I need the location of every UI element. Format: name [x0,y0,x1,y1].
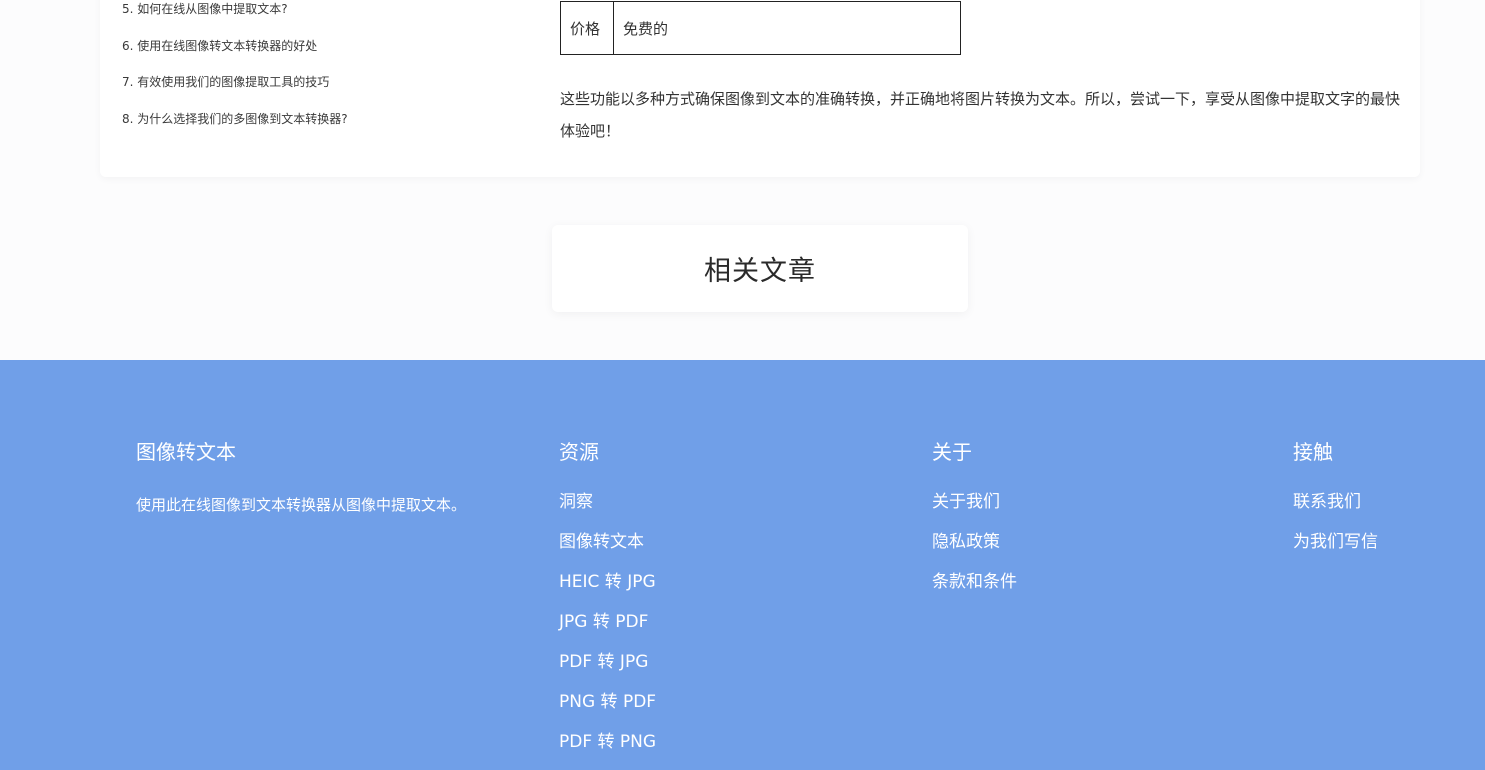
footer-about-links: 关于我们 隐私政策 条款和条件 [932,490,1017,610]
toc-item[interactable]: 6. 使用在线图像转文本转换器的好处 [122,37,317,54]
footer-link-pdf-to-jpg[interactable]: PDF 转 JPG [559,652,648,672]
toc-item[interactable]: 5. 如何在线从图像中提取文本? [122,0,288,17]
price-table: 价格 免费的 [560,1,961,55]
footer-link-item: JPG 转 PDF [559,610,656,650]
footer-resources-title: 资源 [559,440,599,464]
footer-about-title: 关于 [932,440,972,464]
footer-brand-column: 图像转文本 使用此在线图像到文本转换器从图像中提取文本。 [136,440,466,515]
footer-brand-description: 使用此在线图像到文本转换器从图像中提取文本。 [136,496,467,514]
footer-about-column: 关于 关于我们 隐私政策 条款和条件 [932,440,1017,610]
footer-link-jpg-to-pdf[interactable]: JPG 转 PDF [559,612,648,632]
table-row: 价格 免费的 [560,1,961,55]
footer-link-write-for-us[interactable]: 为我们写信 [1293,532,1378,552]
summary-paragraph: 这些功能以多种方式确保图像到文本的准确转换，并正确地将图片转换为文本。所以，尝试… [560,90,1401,140]
toc-link[interactable]: 5. 如何在线从图像中提取文本? [122,2,288,16]
footer-resources-links: 洞察 图像转文本 HEIC 转 JPG JPG 转 PDF PDF 转 JPG … [559,490,656,770]
footer-link-item: 隐私政策 [932,530,1017,570]
footer-link-heic-to-jpg[interactable]: HEIC 转 JPG [559,572,656,592]
article-content-card: 5. 如何在线从图像中提取文本? 6. 使用在线图像转文本转换器的好处 7. 有… [100,0,1420,177]
footer-link-item: HEIC 转 JPG [559,570,656,610]
related-articles-title: 相关文章 [704,256,816,287]
footer-link-item: 关于我们 [932,490,1017,530]
toc-item[interactable]: 8. 为什么选择我们的多图像到文本转换器? [122,110,348,127]
footer-contact-title: 接触 [1293,440,1333,464]
footer-link-item: 条款和条件 [932,570,1017,610]
footer-link-privacy-policy[interactable]: 隐私政策 [932,532,1000,552]
footer-link-item: PDF 转 PNG [559,730,656,770]
footer-link-pdf-to-png[interactable]: PDF 转 PNG [559,732,656,752]
footer-link-contact-us[interactable]: 联系我们 [1293,492,1361,512]
toc-link[interactable]: 8. 为什么选择我们的多图像到文本转换器? [122,112,348,126]
footer-link-terms[interactable]: 条款和条件 [932,572,1017,592]
toc-link[interactable]: 6. 使用在线图像转文本转换器的好处 [122,39,317,53]
footer-link-item: 图像转文本 [559,530,656,570]
site-footer: 图像转文本 使用此在线图像到文本转换器从图像中提取文本。 资源 洞察 图像转文本… [0,360,1485,770]
footer-link-image-to-text[interactable]: 图像转文本 [559,532,644,552]
price-value-cell: 免费的 [613,1,961,55]
footer-link-item: PNG 转 PDF [559,690,656,730]
page: 5. 如何在线从图像中提取文本? 6. 使用在线图像转文本转换器的好处 7. 有… [0,0,1485,770]
footer-contact-column: 接触 联系我们 为我们写信 [1293,440,1378,570]
footer-link-about-us[interactable]: 关于我们 [932,492,1000,512]
footer-link-png-to-pdf[interactable]: PNG 转 PDF [559,692,656,712]
toc-link[interactable]: 7. 有效使用我们的图像提取工具的技巧 [122,75,329,89]
related-articles-box: 相关文章 [552,225,968,312]
footer-brand-title: 图像转文本 [136,440,236,464]
footer-link-item: 洞察 [559,490,656,530]
footer-contact-links: 联系我们 为我们写信 [1293,490,1378,570]
toc-item[interactable]: 7. 有效使用我们的图像提取工具的技巧 [122,73,329,90]
footer-link-item: 联系我们 [1293,490,1378,530]
footer-link-insights[interactable]: 洞察 [559,492,593,512]
footer-link-item: PDF 转 JPG [559,650,656,690]
footer-resources-column: 资源 洞察 图像转文本 HEIC 转 JPG JPG 转 PDF PDF 转 J… [559,440,656,770]
price-label-cell: 价格 [560,1,614,55]
footer-link-item: 为我们写信 [1293,530,1378,570]
